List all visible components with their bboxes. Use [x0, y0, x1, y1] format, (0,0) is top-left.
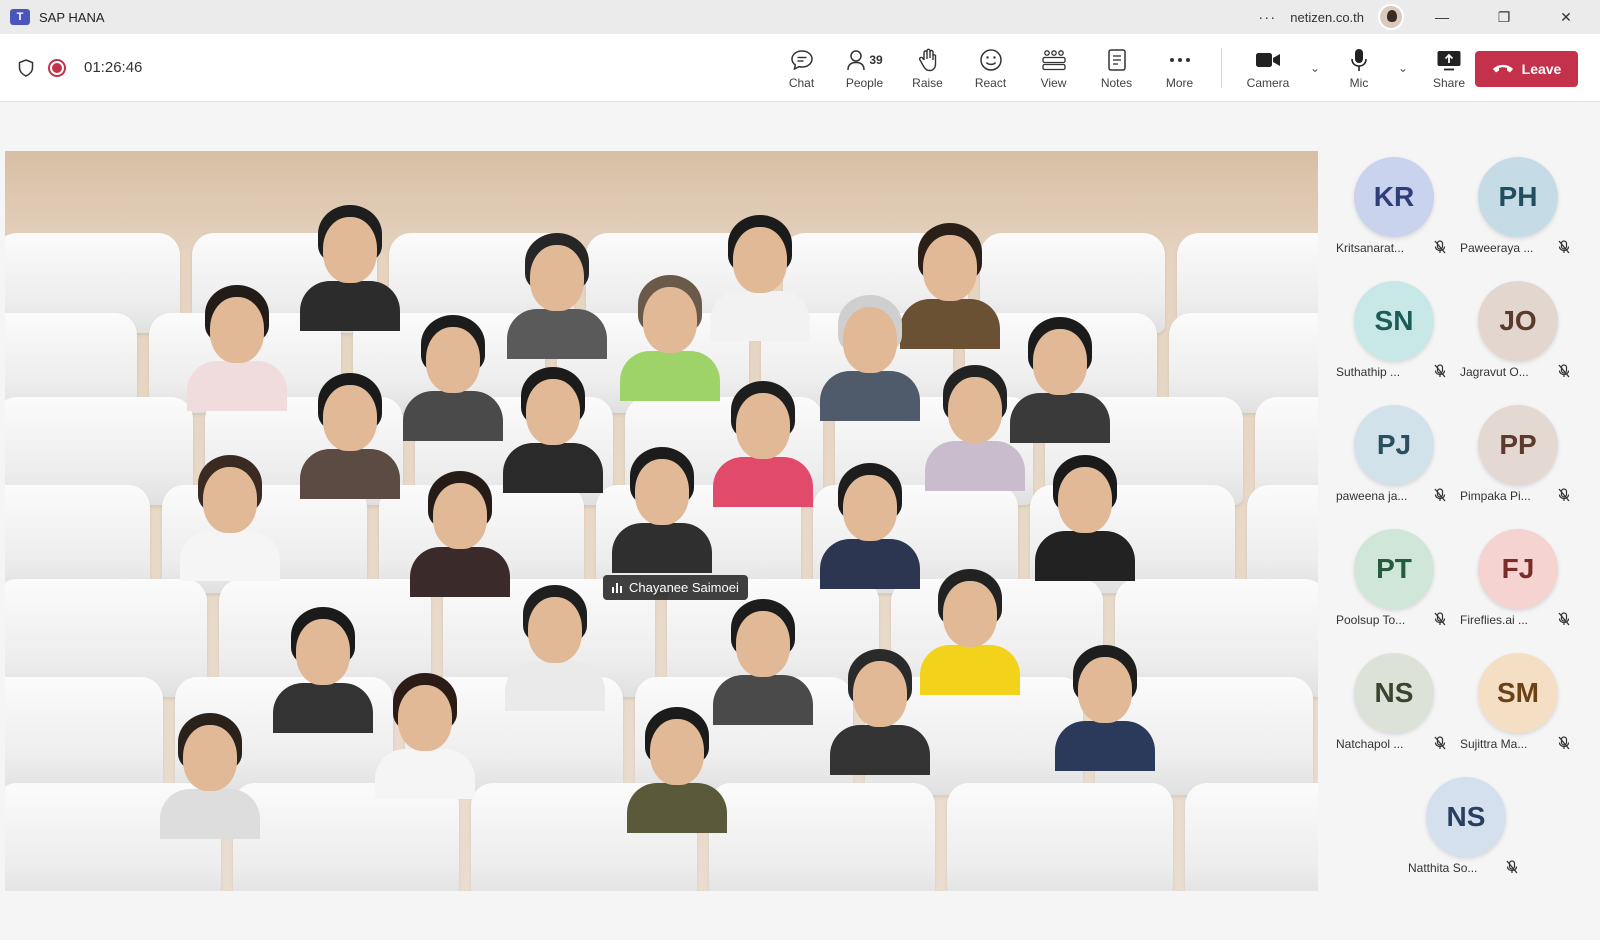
teams-logo-icon: T — [10, 9, 30, 25]
avatar: SM — [1478, 653, 1558, 733]
participant-name: Sujittra Ma... — [1460, 737, 1528, 751]
participant-name: Pimpaka Pi... — [1460, 489, 1531, 503]
raise-hand-button[interactable]: Raise — [896, 47, 959, 90]
together-mode-stage: Chayanee Saimoei — [5, 151, 1318, 891]
seat — [947, 783, 1173, 891]
avatar: PP — [1478, 405, 1558, 485]
participant-roster: KR Kritsanarat... PH Paweeraya ... SN Suthath… — [1318, 151, 1600, 891]
share-button[interactable]: Share — [1414, 47, 1484, 90]
more-button[interactable]: More — [1148, 47, 1211, 90]
seat — [1247, 485, 1318, 593]
participant-name: Natthita So... — [1408, 861, 1478, 875]
more-icon — [1169, 47, 1191, 73]
phone-hangup-icon — [1492, 64, 1513, 73]
seat — [5, 677, 163, 795]
avatar: NS — [1354, 653, 1434, 733]
notes-button[interactable]: Notes — [1085, 47, 1148, 90]
restore-button[interactable]: ❐ — [1480, 9, 1528, 26]
participant-name: paweena ja... — [1336, 489, 1408, 503]
mic-muted-icon — [1558, 612, 1570, 629]
raise-hand-icon — [917, 47, 939, 73]
speaking-icon — [612, 582, 622, 593]
mic-muted-icon — [1506, 860, 1518, 877]
user-avatar[interactable] — [1378, 4, 1404, 30]
minimize-button[interactable]: — — [1418, 9, 1466, 25]
roster-tile[interactable]: PP Pimpaka Pi... — [1454, 399, 1578, 521]
avatar: NS — [1426, 777, 1506, 857]
people-icon — [847, 49, 866, 70]
share-screen-icon — [1436, 47, 1462, 73]
participant-name: Poolsup To... — [1336, 613, 1406, 627]
react-button[interactable]: React — [959, 47, 1022, 90]
chat-button[interactable]: Chat — [770, 47, 833, 90]
participant-name: Kritsanarat... — [1336, 241, 1405, 255]
view-gallery-icon — [1041, 47, 1067, 73]
mic-muted-icon — [1434, 364, 1446, 381]
mic-button[interactable]: Mic — [1326, 47, 1392, 90]
people-count: 39 — [869, 52, 883, 67]
microphone-icon — [1350, 47, 1368, 73]
mic-muted-icon — [1434, 612, 1446, 629]
participant-name: Natchapol ... — [1336, 737, 1404, 751]
active-speaker-label: Chayanee Saimoei — [603, 575, 748, 600]
mic-muted-icon — [1434, 736, 1446, 753]
avatar: KR — [1354, 157, 1434, 237]
roster-tile[interactable]: FJ Fireflies.ai ... — [1454, 523, 1578, 645]
toolbar-divider — [1221, 48, 1222, 88]
close-button[interactable]: ✕ — [1542, 9, 1590, 26]
roster-tile[interactable]: NS Natthita So... — [1402, 771, 1526, 893]
people-button[interactable]: 39 People — [833, 47, 896, 90]
leave-button[interactable]: Leave — [1475, 51, 1578, 87]
roster-tile[interactable]: JO Jagravut O... — [1454, 275, 1578, 397]
title-bar: T SAP HANA ··· netizen.co.th — ❐ ✕ — [0, 0, 1600, 34]
avatar: FJ — [1478, 529, 1558, 609]
seat — [709, 783, 935, 891]
meeting-timer: 01:26:46 — [84, 59, 143, 76]
roster-tile[interactable]: SN Suthathip ... — [1330, 275, 1454, 397]
roster-tile[interactable]: PH Paweeraya ... — [1454, 151, 1578, 273]
avatar: JO — [1478, 281, 1558, 361]
mic-muted-icon — [1434, 240, 1446, 257]
notes-icon — [1107, 47, 1127, 73]
avatar: SN — [1354, 281, 1434, 361]
avatar: PJ — [1354, 405, 1434, 485]
shield-icon[interactable] — [18, 58, 34, 77]
roster-tile[interactable]: PT Poolsup To... — [1330, 523, 1454, 645]
camera-options-chevron-icon[interactable]: ⌄ — [1304, 61, 1326, 75]
avatar: PT — [1354, 529, 1434, 609]
avatar: PH — [1478, 157, 1558, 237]
seat — [233, 783, 459, 891]
mic-muted-icon — [1558, 736, 1570, 753]
participant-name: Paweeraya ... — [1460, 241, 1534, 255]
more-options-icon[interactable]: ··· — [1258, 9, 1276, 26]
view-button[interactable]: View — [1022, 47, 1085, 90]
roster-tile[interactable]: SM Sujittra Ma... — [1454, 647, 1578, 769]
camera-button[interactable]: Camera — [1232, 47, 1304, 90]
participant-name: Fireflies.ai ... — [1460, 613, 1529, 627]
participant-name: Suthathip ... — [1336, 365, 1401, 379]
mic-muted-icon — [1558, 488, 1570, 505]
roster-tile[interactable]: NS Natchapol ... — [1330, 647, 1454, 769]
chat-icon — [790, 47, 814, 73]
emoji-icon — [979, 47, 1003, 73]
window-title: SAP HANA — [39, 9, 105, 25]
mic-muted-icon — [1558, 364, 1570, 381]
mic-options-chevron-icon[interactable]: ⌄ — [1392, 61, 1414, 75]
mic-muted-icon — [1558, 240, 1570, 257]
organization-name: netizen.co.th — [1290, 9, 1364, 25]
roster-tile[interactable]: KR Kritsanarat... — [1330, 151, 1454, 273]
seat — [1185, 783, 1318, 891]
participant-name: Jagravut O... — [1460, 365, 1529, 379]
meeting-toolbar: 01:26:46 Chat 39 People Raise React View… — [0, 34, 1600, 102]
camera-icon — [1255, 47, 1281, 73]
roster-tile[interactable]: PJ paweena ja... — [1330, 399, 1454, 521]
seat — [5, 485, 150, 593]
recording-icon — [48, 58, 66, 77]
mic-muted-icon — [1434, 488, 1446, 505]
